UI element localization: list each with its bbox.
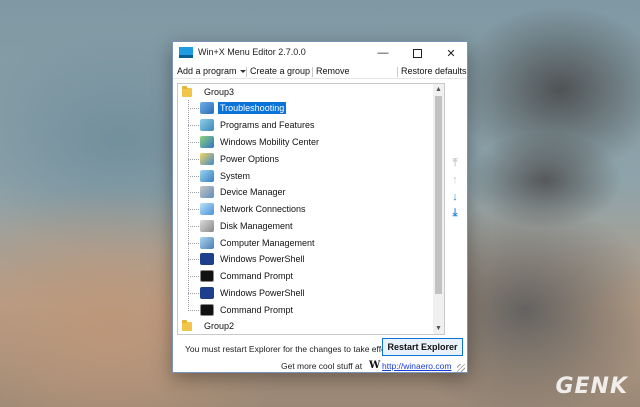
tree-item[interactable]: System	[188, 168, 252, 184]
scroll-thumb[interactable]	[435, 96, 442, 294]
add-program-menu[interactable]: Add a program	[177, 66, 246, 76]
winaero-logo-icon: W	[369, 360, 381, 371]
item-label: Troubleshooting	[218, 102, 287, 114]
tree-group[interactable]: Group3	[182, 84, 234, 100]
disk-management-icon	[200, 220, 214, 232]
minimize-button[interactable]: —	[366, 42, 400, 64]
toolbar: Add a program Create a group Remove Rest…	[173, 64, 467, 79]
restart-message: You must restart Explorer for the change…	[185, 344, 395, 354]
remove-button[interactable]: Remove	[316, 66, 350, 76]
programs-features-icon	[200, 119, 214, 131]
resize-grip[interactable]	[457, 364, 465, 372]
device-manager-icon	[200, 186, 214, 198]
move-to-top-button[interactable]: ⤒	[448, 156, 462, 170]
window-title: Win+X Menu Editor 2.7.0.0	[198, 47, 306, 57]
computer-management-icon	[200, 237, 214, 249]
troubleshooting-icon	[200, 102, 214, 114]
app-window: Win+X Menu Editor 2.7.0.0 — ✕ Add a prog…	[172, 41, 468, 373]
item-label: Computer Management	[220, 238, 315, 248]
command-prompt-icon	[200, 270, 214, 282]
tree-item[interactable]: Troubleshooting	[188, 100, 287, 116]
item-label: Disk Management	[220, 221, 293, 231]
powershell-icon	[200, 253, 214, 265]
vertical-scrollbar[interactable]: ▲ ▼	[433, 84, 444, 334]
group-label: Group3	[204, 87, 235, 97]
move-down-button[interactable]: ↓	[448, 190, 462, 204]
tree-item[interactable]: Command Prompt	[188, 268, 295, 284]
restore-defaults-button[interactable]: Restore defaults	[401, 66, 467, 76]
power-options-icon	[200, 153, 214, 165]
item-label: System	[220, 171, 251, 181]
item-label: Network Connections	[220, 204, 306, 214]
tree-item[interactable]: Command Prompt	[188, 302, 295, 318]
item-label: Device Manager	[220, 187, 286, 197]
scroll-up-arrow[interactable]: ▲	[433, 84, 444, 95]
tree-item[interactable]: Device Manager	[188, 184, 288, 200]
item-label: Windows PowerShell	[220, 254, 305, 264]
item-label: Power Options	[220, 154, 280, 164]
tree-item[interactable]: Disk Management	[188, 218, 295, 234]
group-label: Group2	[204, 321, 235, 331]
footer: Get more cool stuff at W http://winaero.…	[173, 360, 467, 373]
tree-item[interactable]: Windows Mobility Center	[188, 134, 321, 150]
create-group-button[interactable]: Create a group	[250, 66, 310, 76]
system-icon	[200, 170, 214, 182]
item-label: Command Prompt	[220, 271, 294, 281]
powershell-icon	[200, 287, 214, 299]
item-label: Windows PowerShell	[220, 288, 305, 298]
winaero-link[interactable]: http://winaero.com	[382, 361, 451, 371]
item-label: Programs and Features	[220, 120, 315, 130]
folder-icon	[182, 319, 192, 331]
toolbar-divider	[246, 67, 247, 77]
toolbar-divider	[397, 67, 398, 77]
app-icon	[179, 47, 193, 58]
network-connections-icon	[200, 203, 214, 215]
chevron-down-icon	[239, 70, 246, 73]
group-tree[interactable]: Group3 Troubleshooting Programs and Feat…	[177, 83, 445, 335]
title-bar[interactable]: Win+X Menu Editor 2.7.0.0 — ✕	[173, 42, 467, 64]
item-label: Windows Mobility Center	[220, 137, 320, 147]
genk-watermark: GENK	[555, 374, 628, 399]
tree-item[interactable]: Windows PowerShell	[188, 251, 307, 267]
folder-icon	[182, 85, 192, 97]
tree-item[interactable]: Windows PowerShell	[188, 285, 307, 301]
tree-item[interactable]: Power Options	[188, 151, 281, 167]
scroll-down-arrow[interactable]: ▼	[433, 323, 444, 334]
footer-text: Get more cool stuff at	[281, 361, 363, 371]
move-to-bottom-button[interactable]: ⤓	[448, 206, 462, 220]
add-program-label: Add a program	[177, 66, 237, 76]
maximize-icon	[412, 48, 422, 58]
move-up-button[interactable]: ↑	[448, 173, 462, 187]
close-button[interactable]: ✕	[434, 42, 468, 64]
tree-item[interactable]: Network Connections	[188, 201, 308, 217]
restart-explorer-button[interactable]: Restart Explorer	[382, 338, 463, 356]
maximize-button[interactable]	[400, 42, 434, 64]
toolbar-divider	[312, 67, 313, 77]
command-prompt-icon	[200, 304, 214, 316]
tree-group[interactable]: Group2	[182, 318, 234, 334]
tree-item[interactable]: Computer Management	[188, 235, 317, 251]
mobility-center-icon	[200, 136, 214, 148]
tree-item[interactable]: Programs and Features	[188, 117, 317, 133]
item-label: Command Prompt	[220, 305, 294, 315]
